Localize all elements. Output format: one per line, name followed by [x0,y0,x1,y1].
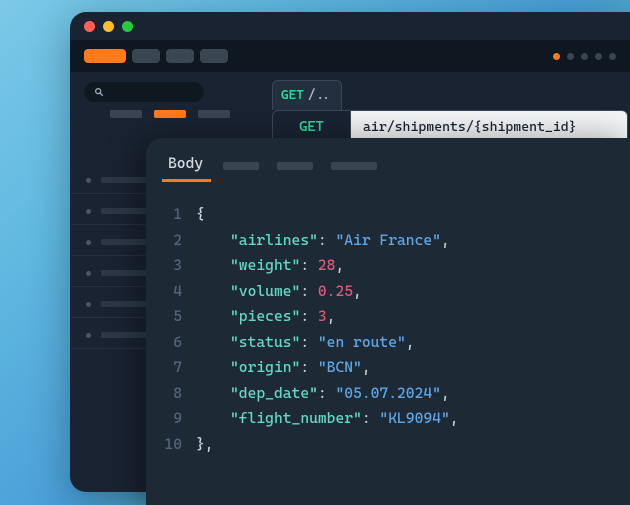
panel-tabs: Body [146,138,630,182]
indicator-dot [581,53,588,60]
bullet-icon [86,209,91,214]
bullet-icon [86,178,91,183]
tab-truncation: /.. [308,88,331,103]
toolbar-tab[interactable] [132,49,160,63]
minimize-icon[interactable] [103,21,114,32]
bullet-icon [86,271,91,276]
search-input[interactable] [84,82,204,102]
response-body-viewer[interactable]: 12345678910 {"airlines": "Air France","w… [146,182,630,477]
line-gutter: 12345678910 [146,202,196,457]
sidebar-tab[interactable] [110,110,142,118]
sidebar-tab-active[interactable] [154,110,186,118]
indicator-dot [595,53,602,60]
sidebar-tab[interactable] [198,110,230,118]
bullet-icon [86,240,91,245]
toolbar-tab-active[interactable] [84,49,126,63]
panel-tab-placeholder[interactable] [277,162,313,170]
bullet-icon [86,333,91,338]
response-panel: Body 12345678910 {"airlines": "Air Franc… [146,138,630,505]
indicator-dot [567,53,574,60]
toolbar-tab[interactable] [166,49,194,63]
titlebar [70,12,630,40]
close-icon[interactable] [84,21,95,32]
panel-tab-placeholder[interactable] [223,162,259,170]
toolbar-tab[interactable] [200,49,228,63]
indicator-dot [609,53,616,60]
status-indicators [553,53,616,60]
maximize-icon[interactable] [122,21,133,32]
toolbar [70,40,630,72]
tab-body[interactable]: Body [166,148,205,182]
method-label: GET [281,88,304,103]
panel-tab-placeholder[interactable] [331,162,377,170]
bullet-icon [86,302,91,307]
request-tab[interactable]: GET /.. [272,80,342,110]
search-icon [94,87,104,97]
indicator-dot [553,53,560,60]
code-content: {"airlines": "Air France","weight": 28,"… [196,202,630,457]
